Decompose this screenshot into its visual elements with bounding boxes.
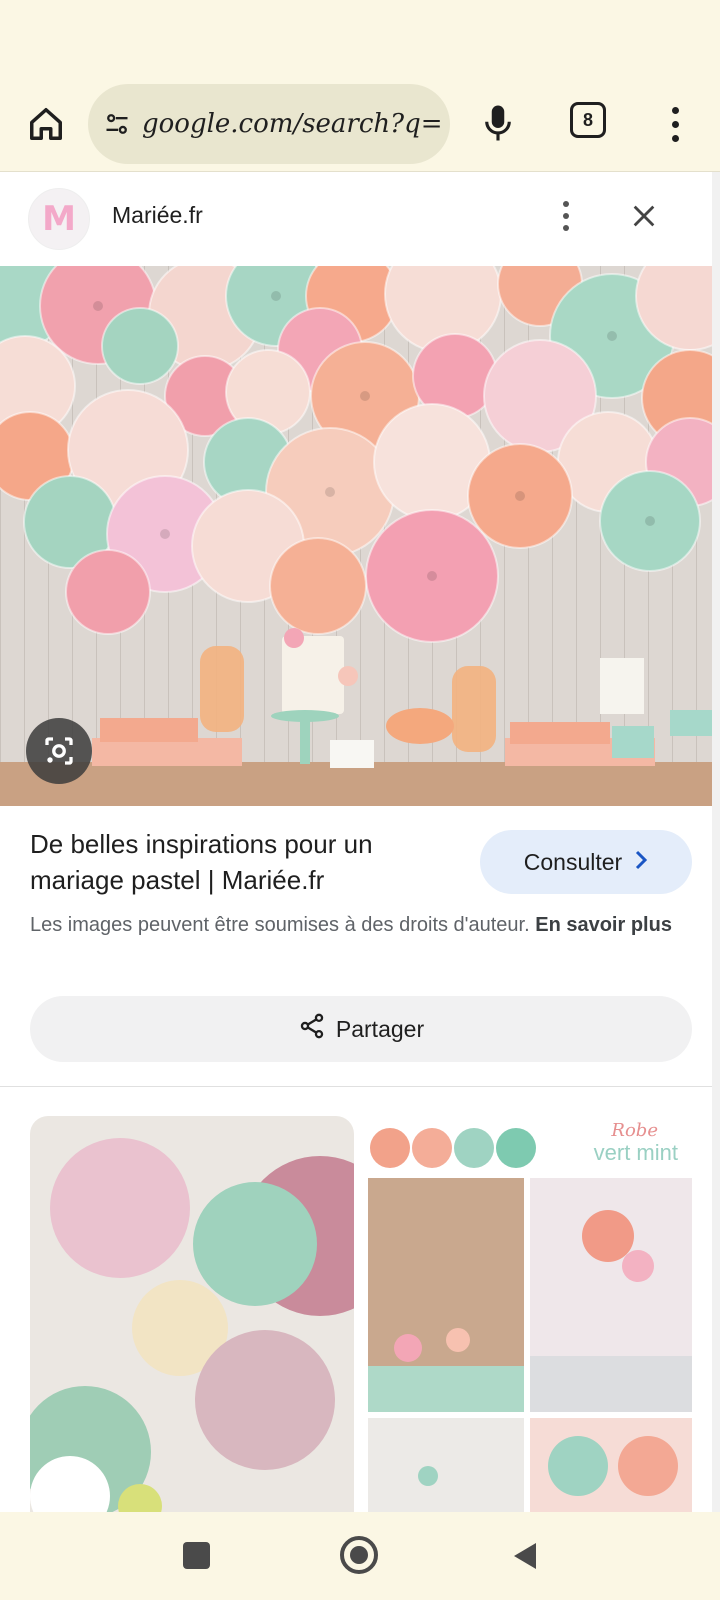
url-text: google.com/search?q= bbox=[142, 109, 442, 139]
result-title[interactable]: De belles inspirations pour un mariage p… bbox=[30, 826, 460, 898]
share-button[interactable]: Partager bbox=[30, 996, 692, 1062]
learn-more-link[interactable]: En savoir plus bbox=[535, 914, 672, 936]
tune-icon[interactable] bbox=[102, 109, 132, 139]
related-image-thumbnail[interactable]: Robe vert mint bbox=[368, 1116, 692, 1512]
thumb2-caption-robe: Robe bbox=[610, 1120, 658, 1141]
scrollbar[interactable] bbox=[712, 172, 720, 1512]
address-bar[interactable]: google.com/search?q= bbox=[88, 84, 450, 164]
home-nav-icon[interactable] bbox=[340, 1536, 378, 1574]
more-vert-icon[interactable] bbox=[548, 194, 584, 238]
hero-image[interactable] bbox=[0, 266, 712, 806]
divider bbox=[0, 1086, 712, 1087]
share-icon bbox=[298, 1012, 326, 1046]
site-name[interactable]: Mariée.fr bbox=[112, 202, 203, 229]
status-bar bbox=[0, 0, 720, 78]
source-header: M Mariée.fr bbox=[0, 172, 712, 264]
back-icon[interactable] bbox=[510, 1540, 540, 1572]
system-navigation-bar bbox=[0, 1512, 720, 1600]
site-logo[interactable]: M bbox=[28, 188, 90, 250]
close-icon[interactable] bbox=[624, 196, 664, 236]
recents-icon[interactable] bbox=[183, 1542, 210, 1569]
copyright-notice: Les images peuvent être soumises à des d… bbox=[30, 910, 690, 940]
home-icon[interactable] bbox=[22, 100, 70, 148]
google-lens-icon[interactable] bbox=[26, 718, 92, 784]
chevron-right-icon bbox=[634, 849, 648, 876]
browser-toolbar: google.com/search?q= 8 bbox=[0, 78, 720, 172]
consult-button[interactable]: Consulter bbox=[480, 830, 692, 894]
more-vert-icon[interactable] bbox=[655, 96, 695, 152]
tab-switcher-button[interactable]: 8 bbox=[570, 102, 606, 138]
thumb2-caption-mint: vert mint bbox=[594, 1140, 678, 1165]
share-label: Partager bbox=[335, 1015, 425, 1042]
related-image-thumbnail[interactable] bbox=[30, 1116, 354, 1512]
mic-icon[interactable] bbox=[474, 98, 522, 148]
copyright-text: Les images peuvent être soumises à des d… bbox=[30, 914, 530, 936]
consult-label: Consulter bbox=[523, 848, 623, 875]
